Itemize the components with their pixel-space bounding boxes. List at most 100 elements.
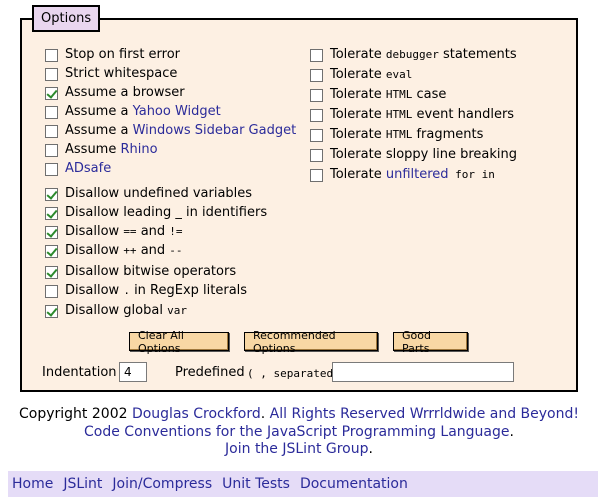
option-checkbox[interactable] xyxy=(310,108,323,122)
option-link[interactable]: ADsafe xyxy=(65,161,111,176)
option-label: Disallow undefined variables xyxy=(65,185,252,203)
left-option-10[interactable]: Disallow ++ and -- xyxy=(45,242,183,260)
option-label: Tolerate HTML case xyxy=(330,86,446,104)
option-checkbox[interactable] xyxy=(310,128,323,142)
option-text: Assume a xyxy=(65,123,133,138)
option-checkbox[interactable] xyxy=(310,88,323,102)
option-checkbox[interactable] xyxy=(45,244,58,258)
right-option-6[interactable]: Tolerate unfiltered for in xyxy=(310,166,495,184)
left-option-12[interactable]: Disallow . in RegExp literals xyxy=(45,282,247,300)
option-label: Disallow . in RegExp literals xyxy=(65,282,247,300)
right-option-3[interactable]: Tolerate HTML event handlers xyxy=(310,106,514,124)
indentation-label: Indentation xyxy=(42,365,117,380)
left-option-3[interactable]: Assume a Yahoo Widget xyxy=(45,103,221,121)
left-option-5[interactable]: Assume Rhino xyxy=(45,141,158,159)
douglas-crockford-link[interactable]: Douglas Crockford xyxy=(132,406,261,422)
option-checkbox[interactable] xyxy=(310,168,323,182)
option-checkbox[interactable] xyxy=(45,284,58,298)
option-label: Assume a Windows Sidebar Gadget xyxy=(65,122,296,140)
option-label: Tolerate sloppy line breaking xyxy=(330,146,517,164)
left-option-2[interactable]: Assume a browser xyxy=(45,84,185,102)
option-label: Stop on first error xyxy=(65,46,180,64)
right-option-5[interactable]: Tolerate sloppy line breaking xyxy=(310,146,517,164)
good-parts-button[interactable]: Good Parts xyxy=(393,329,468,355)
right-option-4[interactable]: Tolerate HTML fragments xyxy=(310,126,483,144)
option-code: ++ xyxy=(123,244,137,257)
options-legend: Options xyxy=(32,5,101,32)
option-link[interactable]: Yahoo Widget xyxy=(133,104,221,119)
option-label: Disallow ++ and -- xyxy=(65,242,183,260)
option-text: and xyxy=(136,243,170,258)
left-option-6[interactable]: ADsafe xyxy=(45,160,111,178)
recommended-options-button[interactable]: Recommended Options xyxy=(244,329,378,355)
nav-documentation[interactable]: Documentation xyxy=(300,476,408,492)
option-text: Disallow undefined variables xyxy=(65,186,253,201)
nav-join-compress[interactable]: Join/Compress xyxy=(112,476,212,492)
clear-all-options-button[interactable]: Clear All Options xyxy=(129,329,229,355)
option-code: for in xyxy=(448,168,495,181)
left-option-13[interactable]: Disallow global var xyxy=(45,302,187,320)
option-text: Tolerate sloppy line breaking xyxy=(330,147,518,162)
option-checkbox[interactable] xyxy=(45,48,58,62)
option-code: eval xyxy=(385,68,413,81)
option-code: var xyxy=(167,304,187,317)
option-link[interactable]: Rhino xyxy=(120,142,157,157)
predefined-label: Predefined xyxy=(175,365,245,380)
right-option-0[interactable]: Tolerate debugger statements xyxy=(310,46,517,64)
option-text: Disallow xyxy=(65,283,124,298)
option-checkbox[interactable] xyxy=(310,148,323,162)
code-conventions-line: Code Conventions for the JavaScript Prog… xyxy=(84,424,514,440)
option-checkbox[interactable] xyxy=(45,304,58,318)
option-link[interactable]: Windows Sidebar Gadget xyxy=(133,123,297,138)
option-label: Disallow global var xyxy=(65,302,187,320)
option-text: Strict whitespace xyxy=(65,66,178,81)
option-checkbox[interactable] xyxy=(45,86,58,100)
option-checkbox[interactable] xyxy=(310,48,323,62)
nav-home[interactable]: Home xyxy=(12,476,53,492)
option-checkbox[interactable] xyxy=(45,124,58,138)
option-label: Tolerate debugger statements xyxy=(330,46,517,64)
option-label: Tolerate eval xyxy=(330,66,412,84)
left-option-8[interactable]: Disallow leading _ in identifiers xyxy=(45,204,267,222)
option-checkbox[interactable] xyxy=(45,206,58,220)
option-checkbox[interactable] xyxy=(310,68,323,82)
left-option-4[interactable]: Assume a Windows Sidebar Gadget xyxy=(45,122,296,140)
option-label: Assume a Yahoo Widget xyxy=(65,103,221,121)
option-code: HTML xyxy=(385,108,413,121)
option-text: Tolerate xyxy=(330,167,386,182)
option-text: Disallow xyxy=(65,224,124,239)
option-code: != xyxy=(169,225,183,238)
option-checkbox[interactable] xyxy=(45,225,58,239)
predefined-input[interactable] xyxy=(332,362,514,382)
code-conventions-link[interactable]: Code Conventions for the JavaScript Prog… xyxy=(84,424,510,440)
left-option-1[interactable]: Strict whitespace xyxy=(45,65,177,83)
option-checkbox[interactable] xyxy=(45,143,58,157)
all-rights-reserved-link[interactable]: All Rights Reserved Wrrrldwide and Beyon… xyxy=(270,406,579,422)
nav-jslint[interactable]: JSLint xyxy=(63,476,102,492)
join-jslint-group-link[interactable]: Join the JSLint Group xyxy=(225,441,368,457)
option-link[interactable]: unfiltered xyxy=(386,167,449,182)
option-label: Strict whitespace xyxy=(65,65,177,83)
option-code: -- xyxy=(169,244,183,257)
option-checkbox[interactable] xyxy=(45,67,58,81)
option-checkbox[interactable] xyxy=(45,265,58,279)
nav-unit-tests[interactable]: Unit Tests xyxy=(222,476,290,492)
option-text: Disallow bitwise operators xyxy=(65,264,237,279)
option-checkbox[interactable] xyxy=(45,162,58,176)
option-label: Tolerate HTML event handlers xyxy=(330,106,514,124)
left-option-7[interactable]: Disallow undefined variables xyxy=(45,185,252,203)
option-label: Disallow leading _ in identifiers xyxy=(65,204,267,222)
option-label: Tolerate unfiltered for in xyxy=(330,166,495,184)
join-group-line: Join the JSLint Group. xyxy=(225,441,373,457)
option-label: Disallow == and != xyxy=(65,223,183,241)
option-checkbox[interactable] xyxy=(45,187,58,201)
right-option-1[interactable]: Tolerate eval xyxy=(310,66,412,84)
left-option-0[interactable]: Stop on first error xyxy=(45,46,180,64)
option-checkbox[interactable] xyxy=(45,105,58,119)
right-option-2[interactable]: Tolerate HTML case xyxy=(310,86,446,104)
bottom-navigation: Home JSLint Join/Compress Unit Tests Doc… xyxy=(8,471,598,497)
option-text: Disallow global xyxy=(65,303,168,318)
indentation-input[interactable] xyxy=(119,362,147,382)
left-option-11[interactable]: Disallow bitwise operators xyxy=(45,263,236,281)
left-option-9[interactable]: Disallow == and != xyxy=(45,223,183,241)
